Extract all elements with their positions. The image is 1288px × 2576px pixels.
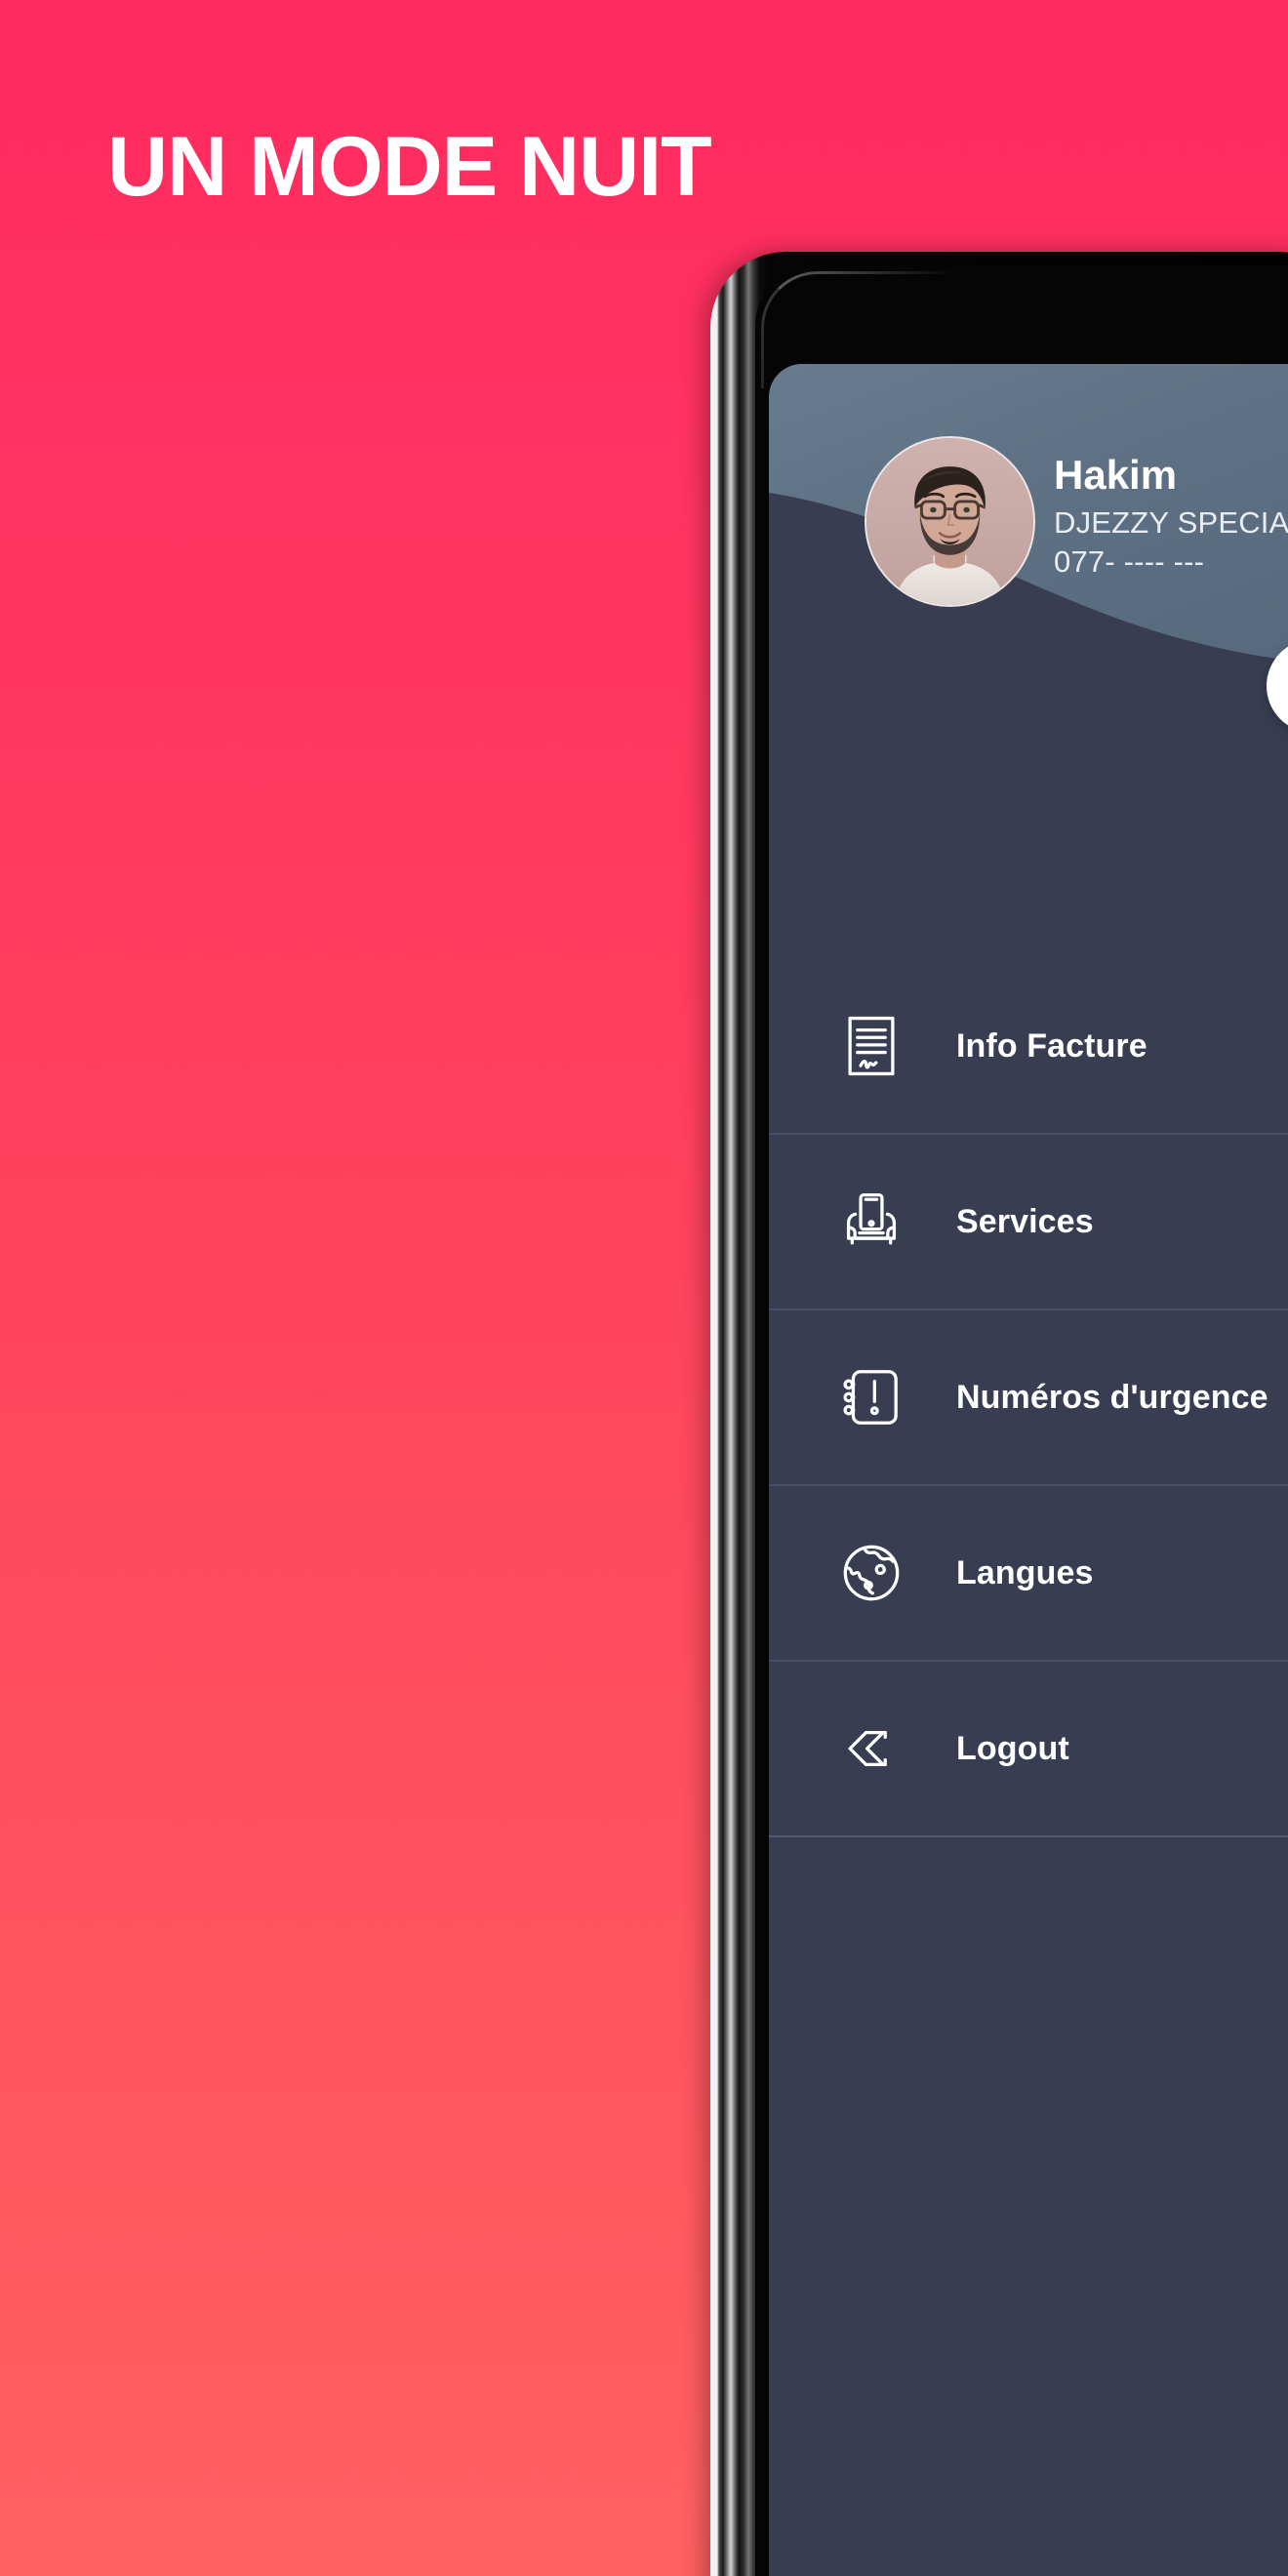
menu-item-services[interactable]: Services <box>769 1135 1288 1310</box>
phone-mockup: Hakim DJEZZY SPECIAL 077- ---- --- Info … <box>710 252 1288 2576</box>
menu-list: Info Facture Services Numéros d'urgence … <box>769 959 1288 1837</box>
profile-plan: DJEZZY SPECIAL <box>1054 505 1288 541</box>
menu-item-label: Numéros d'urgence <box>956 1378 1268 1416</box>
menu-item-label: Info Facture <box>956 1026 1147 1065</box>
menu-item-langues[interactable]: Langues <box>769 1486 1288 1662</box>
avatar[interactable] <box>865 436 1035 607</box>
profile-info: Hakim DJEZZY SPECIAL 077- ---- --- <box>1054 452 1288 581</box>
invoice-document-icon <box>837 1012 906 1080</box>
menu-item-numeros-urgence[interactable]: Numéros d'urgence <box>769 1310 1288 1486</box>
profile-name: Hakim <box>1054 452 1178 498</box>
page-title: UN MODE NUIT <box>107 120 712 214</box>
menu-item-info-facture[interactable]: Info Facture <box>769 959 1288 1135</box>
emergency-notebook-icon <box>837 1363 906 1431</box>
phone-dock-icon <box>837 1187 906 1256</box>
phone-screen: Hakim DJEZZY SPECIAL 077- ---- --- Info … <box>769 364 1288 2576</box>
profile-phone-number: 077- ---- --- <box>1054 543 1205 579</box>
menu-item-label: Langues <box>956 1553 1094 1591</box>
avatar-photo <box>866 438 1033 605</box>
menu-item-label: Services <box>956 1202 1094 1240</box>
logout-arrow-icon <box>837 1714 906 1783</box>
menu-item-label: Logout <box>956 1729 1069 1767</box>
menu-item-logout[interactable]: Logout <box>769 1662 1288 1837</box>
globe-icon <box>837 1539 906 1607</box>
